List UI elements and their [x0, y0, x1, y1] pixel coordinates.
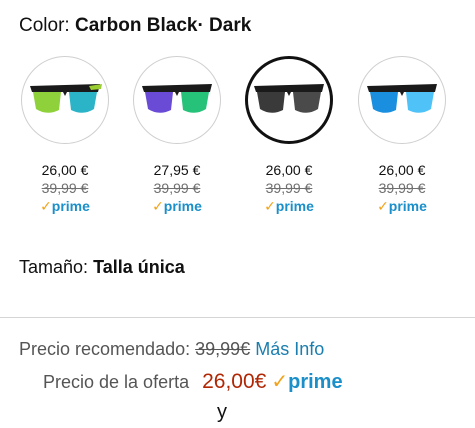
swatch-option-3-selected[interactable]: 26,00 € 39,99 € ✓prime [239, 56, 339, 215]
prime-badge: ✓prime [40, 198, 90, 214]
more-info-link[interactable]: Más Info [255, 339, 324, 359]
check-icon: ✓ [152, 198, 164, 214]
prime-badge: ✓prime [152, 198, 202, 214]
check-icon: ✓ [271, 371, 289, 393]
size-value: Talla única [93, 257, 185, 277]
sunglasses-icon [254, 84, 324, 113]
prime-badge: ✓prime [377, 198, 427, 214]
check-icon: ✓ [40, 198, 52, 214]
swatch-price: 26,00 € [41, 162, 89, 178]
color-label: Color: [19, 15, 70, 36]
prime-badge: ✓prime [271, 371, 343, 393]
swatch-image-2[interactable] [133, 56, 221, 144]
prime-badge: ✓prime [264, 198, 314, 214]
swatch-option-4[interactable]: 26,00 € 39,99 € ✓prime [352, 56, 452, 215]
swatch-option-2[interactable]: 27,95 € 39,99 € ✓prime [127, 56, 227, 215]
offer-price-line: Precio de la oferta 26,00€ ✓prime [43, 369, 343, 394]
swatch-price: 27,95 € [153, 162, 201, 178]
offer-price-value: 26,00€ [202, 370, 267, 393]
swatch-image-1[interactable] [21, 56, 109, 144]
sunglasses-icon [367, 84, 437, 113]
sunglasses-icon [142, 84, 212, 113]
size-selection-line: Tamaño: Talla única [19, 257, 185, 278]
recommended-price-line: Precio recomendado: 39,99€ Más Info [19, 339, 324, 360]
recommended-price-value: 39,99€ [195, 339, 251, 359]
swatch-old-price: 39,99 € [153, 180, 201, 196]
check-icon: ✓ [377, 198, 389, 214]
size-label: Tamaño: [19, 257, 89, 277]
swatch-price: 26,00 € [378, 162, 426, 178]
check-icon: ✓ [264, 198, 276, 214]
swatch-option-1[interactable]: 26,00 € 39,99 € ✓prime [15, 56, 115, 215]
swatch-old-price: 39,99 € [41, 180, 89, 196]
swatch-image-3[interactable] [245, 56, 333, 144]
recommended-price-label: Precio recomendado: [19, 339, 191, 359]
swatch-old-price: 39,99 € [378, 180, 426, 196]
swatch-image-4[interactable] [358, 56, 446, 144]
offer-price-label: Precio de la oferta [43, 372, 190, 392]
sunglasses-icon [30, 84, 102, 113]
color-swatch-row: 26,00 € 39,99 € ✓prime 27,95 € 39,99 € ✓… [0, 56, 475, 226]
swatch-price: 26,00 € [265, 162, 313, 178]
color-value: Carbon Black· Dark [74, 15, 252, 36]
trailing-text: y [217, 401, 227, 423]
section-divider [0, 317, 475, 318]
swatch-old-price: 39,99 € [265, 180, 313, 196]
color-selection-line: Color: Carbon Black· Dark [19, 15, 251, 37]
